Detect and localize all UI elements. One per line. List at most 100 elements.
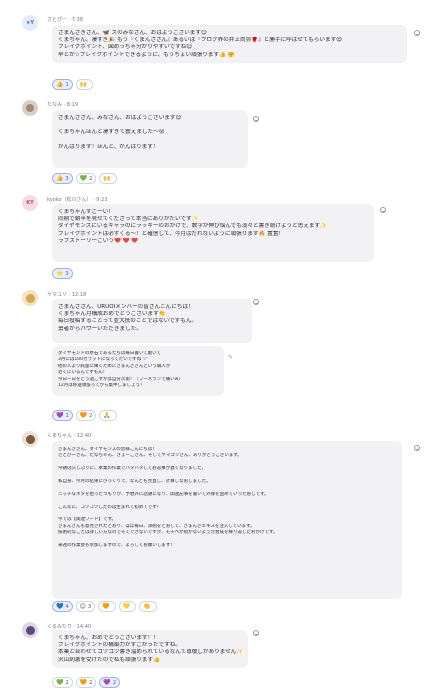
- message-line: くまちゃんほんと凄すぎて震えました〜😵: [58, 129, 165, 136]
- reaction-button[interactable]: 👏: [139, 601, 157, 612]
- reaction-button[interactable]: 🧡: [98, 601, 116, 612]
- message-meta: kyoko（松川さん） · 9:23: [47, 197, 108, 203]
- reaction-button[interactable]: 💜 2: [99, 677, 121, 688]
- avatar[interactable]: ★Y: [22, 15, 38, 31]
- message-line: くまちゃん月構成おめでとうございます👏: [58, 311, 166, 318]
- chat-feed: ★Y さとぴー · 7:38 さまんさきさん、🦋 ズのみなさん、おはようございま…: [0, 0, 442, 694]
- message-bubble: さまんささん、ダイヤモンズの皆様こんにちは！ さとぴーさん、たなちゃん、きょーこ…: [52, 441, 402, 599]
- avatar[interactable]: [22, 622, 38, 638]
- message-line: くまちゃん、おめでとうございます！！: [58, 635, 159, 641]
- green-heart-icon: 💚: [56, 678, 64, 686]
- avatar[interactable]: [22, 100, 38, 116]
- orange-heart-icon: 🧡: [79, 411, 88, 419]
- reaction-bar: 💙 4 😊 3 🧡 💛 👏: [52, 601, 157, 612]
- avatar[interactable]: KY: [22, 195, 38, 211]
- message-line: 本業と合わせてコツコツ書き溜められているなんて尊敬しかありません✨: [58, 649, 242, 656]
- author-name[interactable]: くまちゃん: [47, 433, 72, 439]
- thumbs-up-icon: 👍: [56, 80, 64, 88]
- message-line: [58, 137, 242, 144]
- timestamp: 12:18: [71, 292, 87, 298]
- clapping-hands-icon: 👏: [143, 602, 151, 610]
- timestamp: 8:19: [66, 102, 79, 108]
- message-line: 毎日投稿することって並大抵のことではないですもん。: [58, 318, 198, 325]
- message-line: さまんささん、みなさん、おはようございます😊: [58, 115, 182, 121]
- avatar-image-icon: [25, 625, 35, 635]
- message-line: ラブストーリーごいう❤️ ❤️ ❤️: [58, 237, 139, 244]
- message-bubble: くまちゃんすごーい！ 同期で朝半を見せてくださって本当にありがたいです✨ ダイヤ…: [52, 204, 374, 262]
- reaction-button[interactable]: 🧡 2: [75, 410, 97, 421]
- yellow-heart-icon: 💛: [122, 602, 131, 610]
- message-line: ブレイクポイント、図めっちゃ分かりやすいですね😊: [58, 44, 193, 51]
- avatar-image-icon: [25, 293, 35, 303]
- orange-heart-icon: 🧡: [102, 602, 110, 610]
- reaction-button[interactable]: 👍 1: [52, 79, 73, 90]
- reaction-button[interactable]: 👍 3: [52, 173, 73, 184]
- folded-hands-icon: 🙏: [103, 411, 111, 419]
- reaction-button[interactable]: 🧡 2: [75, 677, 97, 688]
- message-meta: くるみたり · 14:40: [47, 624, 92, 630]
- reaction-bar: ⭐ 3: [52, 268, 73, 279]
- reaction-button[interactable]: 🙌: [75, 79, 94, 90]
- author-name[interactable]: ヤマユリ: [47, 292, 67, 298]
- message-bubble: さまんささん、URUOIメンバーの皆さんこんにちは！ くまちゃん月構成おめでとう…: [52, 299, 252, 343]
- message-line: ブレイクポイントは必ずくる〜！と確信して、今月はだれないように頑張ります🔥 置置…: [58, 230, 285, 237]
- message-line: 同期で朝半を見せてくださって本当にありがたいです✨: [58, 216, 199, 223]
- timestamp: 12:40: [76, 433, 92, 439]
- message-line: 沢山刺激を受けたので私も頑張ります👍: [58, 656, 161, 663]
- message-line: 早とか☆ブレイクポイントできるように、もうちょい頑張ります👍 🤗: [58, 51, 235, 58]
- blue-heart-icon: 💙: [56, 602, 64, 610]
- avatar[interactable]: [22, 290, 38, 306]
- message-line: くまちゃんすごーい！: [58, 209, 114, 215]
- author-name[interactable]: たなみ: [47, 102, 62, 108]
- author-name[interactable]: さとぴー: [47, 17, 67, 23]
- message-bubble: ダイヤモンドの原石であるたちは毎日書いて磨いて 3月には100カラットになってた…: [52, 346, 224, 396]
- message-meta: くまちゃん · 12:40: [47, 433, 92, 439]
- avatar[interactable]: [22, 431, 38, 447]
- reaction-bar: 👍 3 💚 2 🙌: [52, 173, 117, 184]
- timestamp: 9:23: [96, 197, 108, 203]
- message-line: 勇者からパワーいただきました。: [58, 325, 142, 332]
- green-heart-icon: 💚: [79, 174, 88, 182]
- orange-heart-icon: 🧡: [79, 678, 88, 686]
- raised-hands-icon: 🙌: [103, 174, 111, 182]
- message-bubble: くまちゃん、おめでとうございます！！ ブレイクポイントの構築力がすごかったですね…: [52, 630, 248, 668]
- reaction-button[interactable]: 💙 4: [52, 601, 73, 612]
- reaction-button[interactable]: 🙏: [99, 410, 117, 421]
- add-reaction-icon[interactable]: [414, 30, 420, 36]
- message-line: くまちゃん、凄すぎ🎉 もう『くまんささん』あるいは『ブログ界の井上尚弥🥊』と勝手…: [58, 37, 342, 44]
- reaction-button[interactable]: ⭐ 3: [52, 268, 73, 279]
- message-line: がんばります！ほんと、がんばります！: [58, 143, 159, 150]
- purple-heart-icon: 💜: [56, 411, 64, 419]
- message-line: [58, 122, 242, 129]
- thumbs-up-icon: 👍: [56, 174, 64, 182]
- reaction-bar: 👍 1 🙌: [52, 79, 94, 90]
- smiling-face-icon: 😊: [79, 602, 86, 610]
- reaction-button[interactable]: 💜 1: [52, 410, 73, 421]
- timestamp: 7:38: [71, 17, 84, 23]
- avatar-image-icon: [26, 104, 34, 112]
- add-reaction-icon[interactable]: [414, 445, 420, 451]
- reaction-bar: 💚 2 🧡 2 💜 2: [52, 677, 121, 688]
- message-bubble: さまんさきさん、🦋 ズのみなさん、おはようございます😊 くまちゃん、凄すぎ🎉 も…: [52, 25, 407, 63]
- message-line: ダイヤモンズにいるキャラのにラッキーのおかげで、数字が伸び悩んでも淡々と書き続け…: [58, 223, 328, 230]
- message-line: さまんさきさん、🦋 ズのみなさん、おはようございます😊: [58, 30, 207, 36]
- add-reaction-icon[interactable]: [380, 207, 386, 213]
- raised-hands-icon: 🙌: [79, 80, 88, 88]
- purple-heart-icon: 💜: [103, 678, 111, 686]
- reaction-button[interactable]: 💚 2: [52, 677, 73, 688]
- reaction-button[interactable]: 💛: [118, 601, 137, 612]
- message-line: ブレイクポイントの構築力がすごかったですね。: [58, 642, 181, 649]
- reaction-button[interactable]: 💚 2: [75, 173, 97, 184]
- reaction-bar: 💜 1 🧡 2 🙏: [52, 410, 117, 421]
- message-meta: たなみ · 8:19: [47, 102, 79, 108]
- reaction-button[interactable]: 🙌: [99, 173, 117, 184]
- star-icon: ⭐: [56, 269, 64, 277]
- add-reaction-icon[interactable]: [253, 116, 259, 122]
- author-name[interactable]: kyoko（松川さん）: [47, 197, 92, 203]
- message-meta: さとぴー · 7:38: [47, 17, 84, 23]
- add-reaction-icon[interactable]: [253, 630, 259, 636]
- message-line: 来週の作業会も参加しますので、よろしくお願いします！: [58, 542, 175, 548]
- edit-icon[interactable]: ✎: [228, 354, 233, 361]
- add-reaction-icon[interactable]: [253, 299, 259, 305]
- reaction-button[interactable]: 😊 3: [75, 601, 96, 612]
